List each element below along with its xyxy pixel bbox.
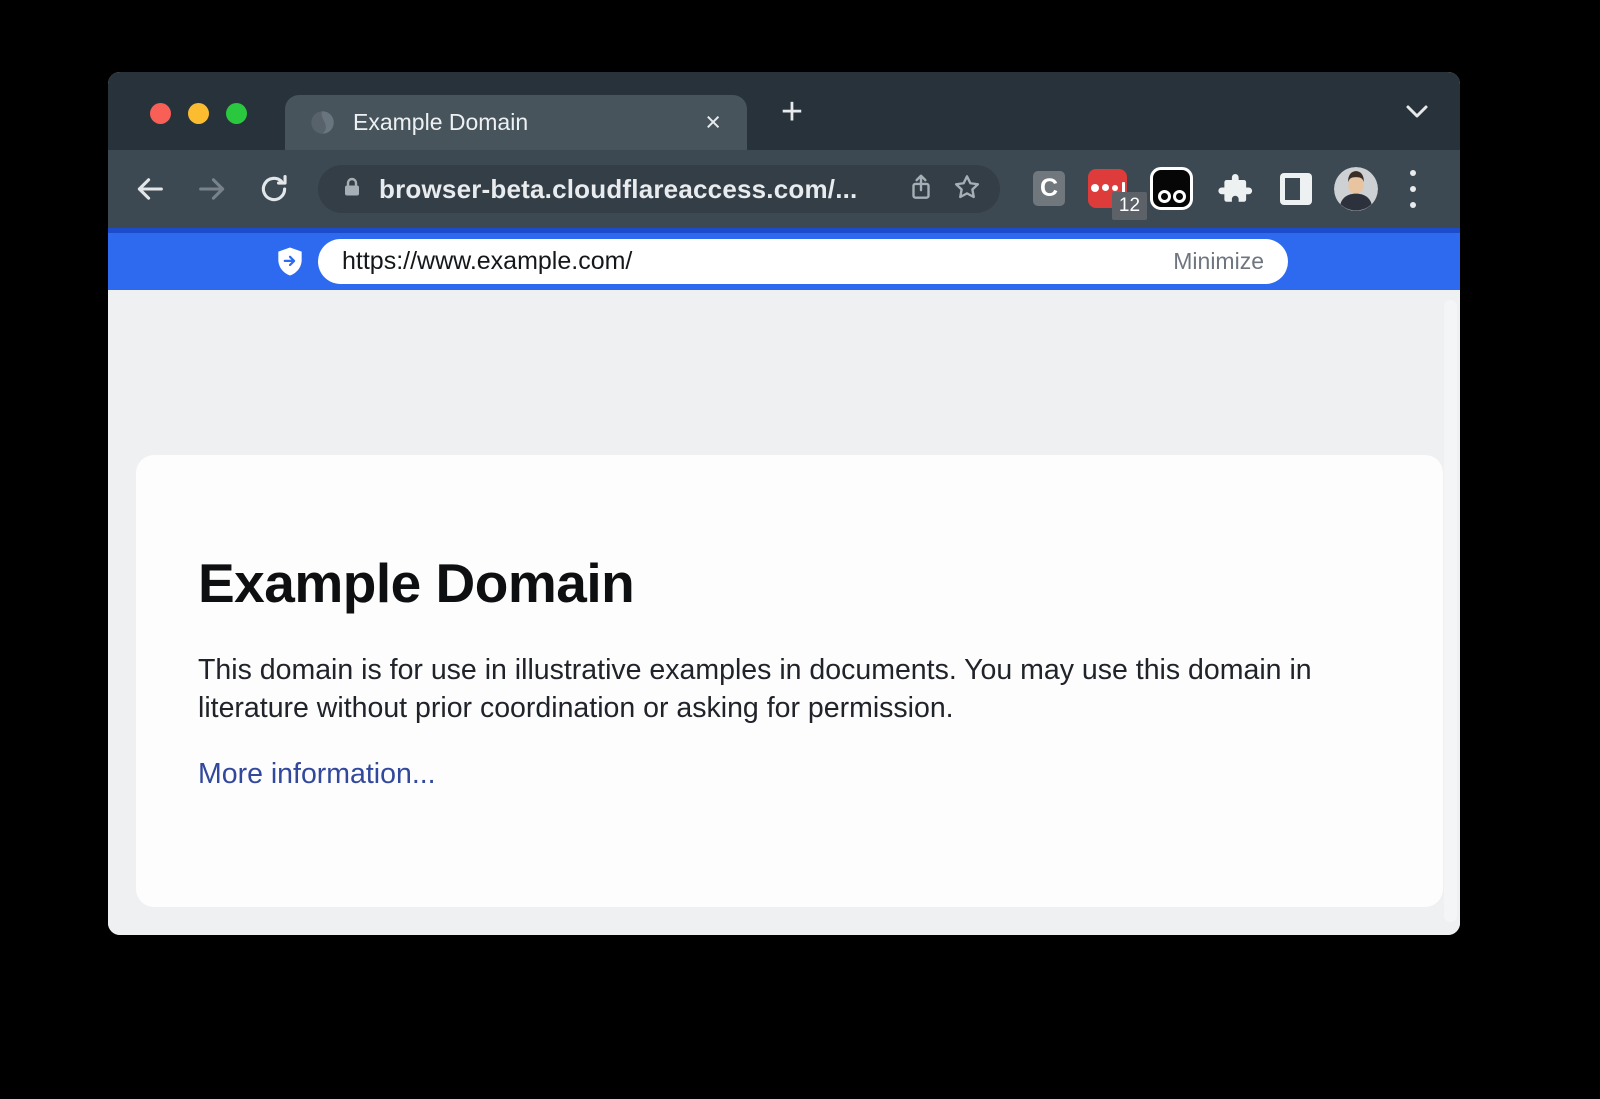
remote-url-input[interactable]: https://www.example.com/ Minimize bbox=[318, 239, 1288, 284]
traffic-lights bbox=[150, 103, 247, 124]
close-window-button[interactable] bbox=[150, 103, 171, 124]
browser-window: Example Domain × + bbox=[108, 72, 1460, 935]
lock-icon bbox=[340, 175, 364, 204]
extension-c-icon[interactable]: C bbox=[1033, 171, 1065, 206]
globe-favicon-icon bbox=[309, 109, 336, 136]
tab-search-chevron-icon[interactable] bbox=[1402, 102, 1432, 122]
page-title: Example Domain bbox=[198, 551, 1373, 615]
page-viewport: Example Domain This domain is for use in… bbox=[108, 290, 1460, 935]
extension-badge-count: 12 bbox=[1112, 192, 1147, 220]
side-panel-icon-inner bbox=[1285, 178, 1300, 200]
more-information-link[interactable]: More information... bbox=[198, 758, 436, 791]
scrollbar[interactable] bbox=[1444, 300, 1457, 922]
bookmark-star-icon[interactable] bbox=[952, 172, 982, 207]
tab-title: Example Domain bbox=[353, 109, 703, 136]
tab-close-icon[interactable]: × bbox=[703, 109, 723, 136]
reload-button[interactable] bbox=[252, 167, 296, 211]
forward-button[interactable] bbox=[190, 167, 234, 211]
minimize-window-button[interactable] bbox=[188, 103, 209, 124]
page-paragraph: This domain is for use in illustrative e… bbox=[198, 651, 1348, 727]
back-button[interactable] bbox=[128, 167, 172, 211]
extension-goggles-icon[interactable] bbox=[1150, 167, 1193, 210]
content-card: Example Domain This domain is for use in… bbox=[136, 455, 1443, 907]
address-bar[interactable]: browser-beta.cloudflareaccess.com/... bbox=[318, 165, 1000, 213]
new-tab-button[interactable]: + bbox=[772, 92, 812, 132]
remote-browser-bar: https://www.example.com/ Minimize bbox=[108, 228, 1460, 290]
shield-arrow-icon bbox=[276, 246, 304, 277]
tab-example-domain[interactable]: Example Domain × bbox=[285, 95, 747, 150]
remote-url-value[interactable]: https://www.example.com/ bbox=[342, 247, 1173, 276]
profile-avatar[interactable] bbox=[1334, 167, 1378, 211]
browser-toolbar: browser-beta.cloudflareaccess.com/... C … bbox=[108, 150, 1460, 228]
minimize-bar-button[interactable]: Minimize bbox=[1173, 248, 1264, 275]
zoom-window-button[interactable] bbox=[226, 103, 247, 124]
address-bar-url[interactable]: browser-beta.cloudflareaccess.com/... bbox=[379, 174, 894, 205]
share-icon[interactable] bbox=[906, 172, 936, 207]
browser-menu-icon[interactable] bbox=[1408, 170, 1418, 208]
side-panel-icon[interactable] bbox=[1280, 173, 1312, 205]
extensions-puzzle-icon[interactable] bbox=[1218, 171, 1254, 207]
tab-strip: Example Domain × + bbox=[108, 72, 1460, 150]
